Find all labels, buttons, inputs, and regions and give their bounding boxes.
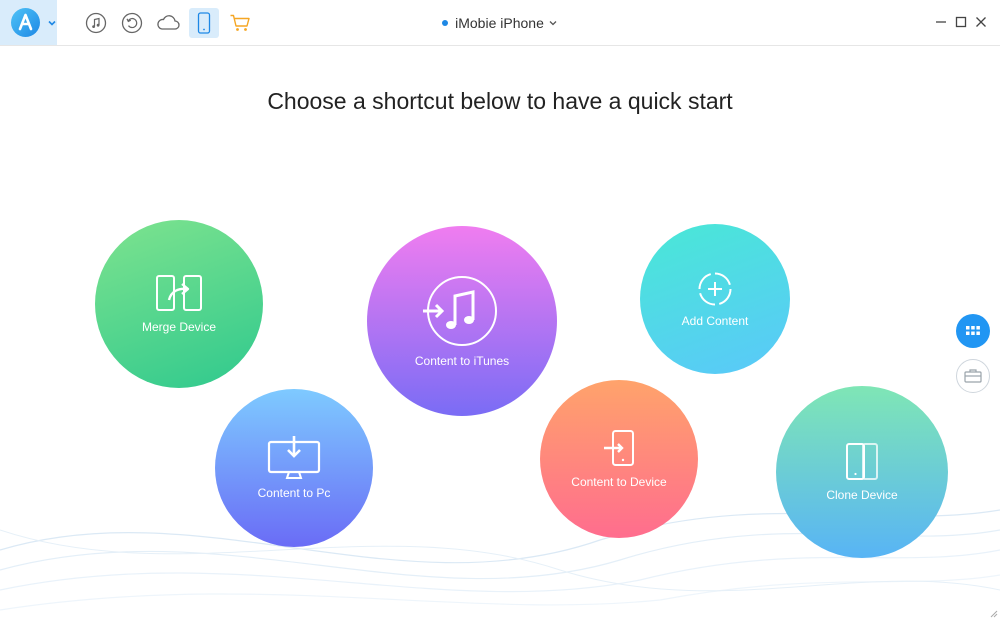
phone-icon[interactable] bbox=[189, 8, 219, 38]
cloud-icon[interactable] bbox=[153, 8, 183, 38]
device-selector[interactable]: iMobie iPhone bbox=[442, 15, 558, 31]
content-to-device-label: Content to Device bbox=[571, 475, 667, 489]
close-button[interactable] bbox=[971, 12, 991, 32]
add-content-icon bbox=[698, 272, 732, 306]
page-title: Choose a shortcut below to have a quick … bbox=[267, 88, 733, 114]
add-content-button[interactable]: Add Content bbox=[640, 224, 790, 374]
merge-device-label: Merge Device bbox=[141, 320, 217, 334]
itunes-icon bbox=[423, 276, 497, 346]
chevron-down-icon bbox=[549, 20, 557, 25]
minimize-button[interactable] bbox=[931, 12, 951, 32]
clone-device-label: Clone Device bbox=[826, 488, 898, 502]
maximize-button[interactable] bbox=[951, 12, 971, 32]
chevron-down-icon bbox=[48, 20, 56, 26]
grid-view-icon bbox=[966, 326, 980, 335]
content-to-itunes-button[interactable]: Content to iTunes bbox=[367, 226, 557, 416]
clone-device-button[interactable]: Clone Device bbox=[776, 386, 948, 558]
content-to-device-icon bbox=[604, 430, 634, 466]
content-to-pc-icon bbox=[267, 436, 321, 479]
app-menu-button[interactable] bbox=[0, 0, 57, 45]
restore-icon[interactable] bbox=[117, 8, 147, 38]
toolbox-button[interactable] bbox=[956, 359, 990, 393]
anytrans-logo-icon bbox=[11, 8, 40, 37]
maximize-icon bbox=[955, 16, 967, 28]
content-to-itunes-label: Content to iTunes bbox=[414, 354, 510, 368]
clone-device-icon bbox=[846, 443, 878, 480]
device-name: iMobie iPhone bbox=[455, 14, 544, 31]
merge-device-icon bbox=[156, 275, 202, 311]
content-to-pc-button[interactable]: Content to Pc bbox=[215, 389, 373, 547]
grid-view-button[interactable] bbox=[956, 314, 990, 348]
toolbox-icon bbox=[964, 369, 982, 383]
minimize-icon bbox=[936, 21, 946, 23]
close-icon bbox=[976, 17, 986, 27]
add-content-label: Add Content bbox=[681, 314, 749, 328]
content-to-pc-label: Content to Pc bbox=[257, 486, 331, 500]
content-to-device-button[interactable]: Content to Device bbox=[540, 380, 698, 538]
connected-dot-icon bbox=[442, 19, 449, 26]
merge-device-button[interactable]: Merge Device bbox=[95, 220, 263, 388]
resize-grip-icon[interactable] bbox=[988, 608, 998, 618]
music-note-icon[interactable] bbox=[81, 8, 111, 38]
cart-icon[interactable] bbox=[225, 8, 255, 38]
title-bar: iMobie iPhone bbox=[0, 0, 1000, 46]
